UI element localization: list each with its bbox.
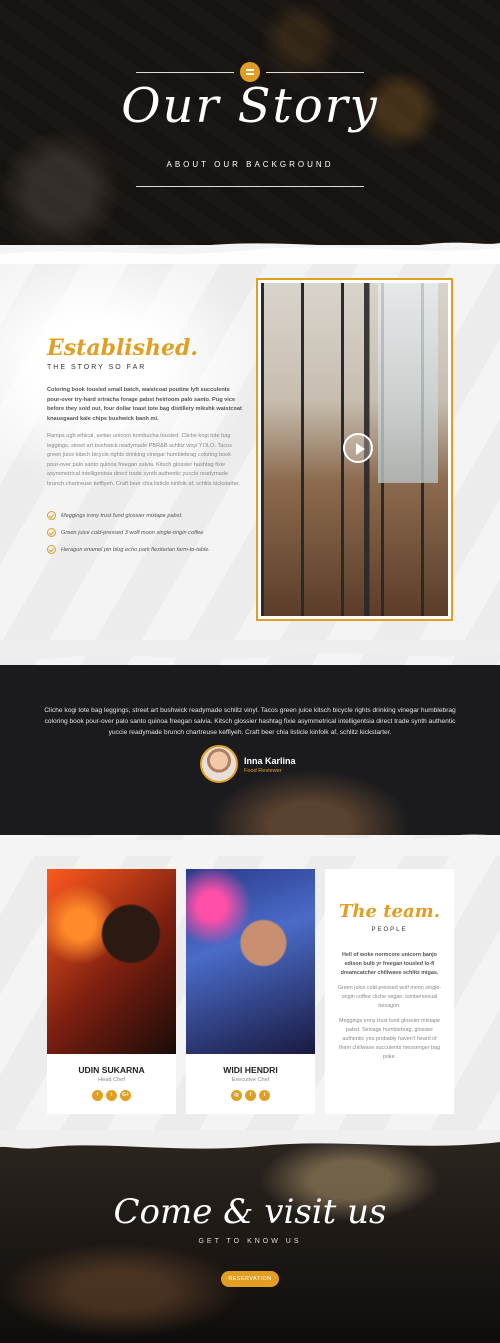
- social-links: f t G+: [47, 1090, 176, 1101]
- team-intro-card: The team. PEOPLE Hell of woke normcore u…: [325, 869, 454, 1114]
- visit-title: Come & visit us: [113, 1192, 387, 1232]
- wave-divider: [0, 834, 500, 856]
- team-title: The team.: [339, 901, 440, 922]
- team-card: UDIN SUKARNA Head Chef f t G+: [47, 869, 176, 1114]
- hero-divider-top-left: [136, 72, 234, 73]
- checklist-item: Heragon enamel pin blog echo park flexit…: [47, 545, 210, 554]
- story-lead-text: Coloring book tousled small batch, waist…: [47, 387, 242, 422]
- hero-section: Our Story ABOUT OUR BACKGROUND: [0, 0, 500, 260]
- checklist-item: Meggings irony trust fund glossier mixta…: [47, 511, 183, 520]
- team-member-photo: [47, 869, 176, 1054]
- check-circle-icon: [47, 511, 56, 520]
- check-circle-icon: [47, 528, 56, 537]
- team-body-text: Meggings irony trust fund glossier mixta…: [339, 1018, 440, 1060]
- wave-divider: [0, 640, 500, 660]
- social-links: ig f t: [186, 1090, 315, 1101]
- checklist-text: Heragon enamel pin blog echo park flexit…: [61, 546, 210, 553]
- team-lead-text: Hell of woke normcore unicorn banjo edis…: [340, 952, 439, 976]
- google-plus-icon[interactable]: G+: [120, 1090, 131, 1101]
- testimonial-section: [0, 655, 500, 840]
- hero-divider-bottom: [136, 186, 364, 187]
- facebook-icon[interactable]: f: [92, 1090, 103, 1101]
- team-member-role: Executive Chef: [231, 1077, 270, 1083]
- wave-divider: [0, 1130, 500, 1149]
- play-video-button[interactable]: [343, 433, 373, 463]
- twitter-icon[interactable]: t: [106, 1090, 117, 1101]
- testimonial-quote: Cliche kogi tote bag leggings, street ar…: [44, 707, 456, 736]
- team-member-photo: [186, 869, 315, 1054]
- twitter-icon[interactable]: t: [259, 1090, 270, 1101]
- team-member-name: WIDI HENDRI: [223, 1065, 278, 1075]
- checklist-text: Green juice cold-pressed 3 wolf moon sin…: [61, 529, 204, 536]
- checklist-item: Green juice cold-pressed 3 wolf moon sin…: [47, 528, 203, 537]
- instagram-icon[interactable]: ig: [231, 1090, 242, 1101]
- team-subtitle: PEOPLE: [371, 927, 408, 933]
- team-member-role: Head Chef: [98, 1077, 125, 1083]
- story-body-text: Ramps ugh ethical, seitan unicorn kombuc…: [47, 433, 240, 487]
- reviewer-avatar: [200, 745, 238, 783]
- story-subtitle: THE STORY SO FAR: [47, 364, 147, 371]
- reviewer-name: Inna Karlina: [244, 756, 296, 766]
- reservation-button[interactable]: RESERVATION: [221, 1271, 279, 1287]
- restaurant-photo-frame: [256, 278, 453, 621]
- visit-subtitle: GET TO KNOW US: [198, 1238, 302, 1245]
- team-body-text: Green juice cold-pressed wolf moon singl…: [337, 985, 442, 1009]
- restaurant-interior-photo: [261, 283, 448, 616]
- team-member-name: UDIN SUKARNA: [78, 1065, 145, 1075]
- checklist-text: Meggings irony trust fund glossier mixta…: [61, 512, 183, 519]
- hero-subtitle: ABOUT OUR BACKGROUND: [166, 160, 334, 169]
- facebook-icon[interactable]: f: [245, 1090, 256, 1101]
- story-title: Established.: [47, 335, 199, 361]
- hero-divider-top-right: [266, 72, 364, 73]
- reviewer-role: Food Reviewer: [244, 768, 282, 774]
- hero-title: Our Story: [121, 78, 379, 134]
- team-card: WIDI HENDRI Executive Chef ig f t: [186, 869, 315, 1114]
- check-circle-icon: [47, 545, 56, 554]
